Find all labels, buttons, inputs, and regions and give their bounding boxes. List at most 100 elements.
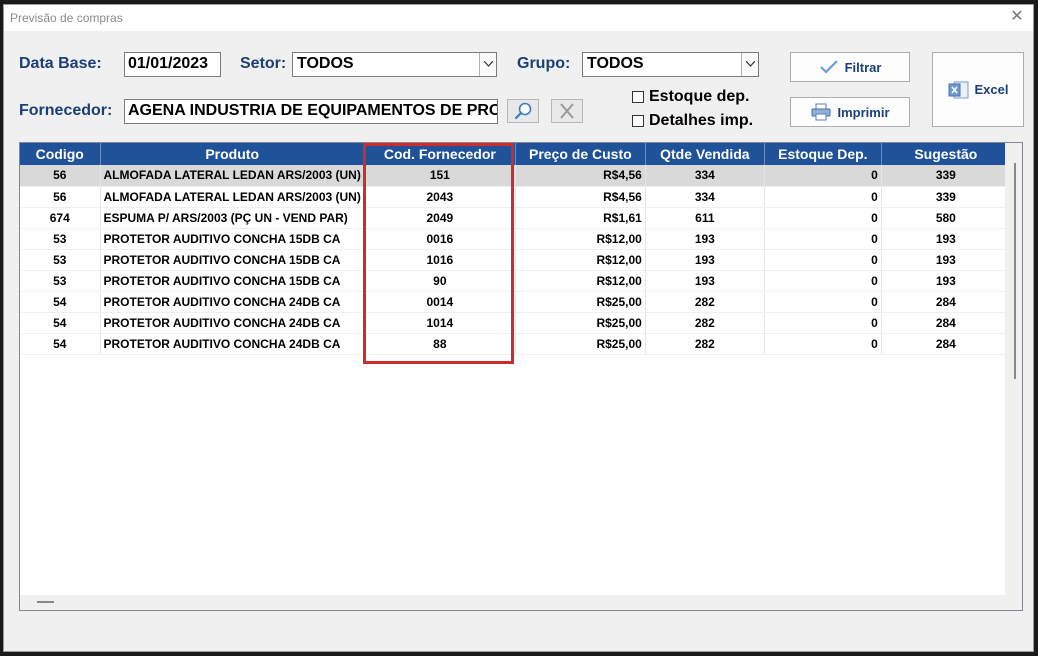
horizontal-scrollbar[interactable]	[20, 595, 1022, 610]
col-sugestao-cell: 193	[881, 228, 1011, 250]
table-row[interactable]: 53 PROTETOR AUDITIVO CONCHA 15DB CA 1016 R$…	[20, 249, 1011, 271]
setor-select[interactable]: TODOS	[292, 52, 497, 77]
setor-value: TODOS	[297, 55, 354, 72]
scrollbar-thumb[interactable]	[37, 601, 54, 603]
data-base-input[interactable]: 01/01/2023	[124, 52, 221, 77]
table-row[interactable]: 53 PROTETOR AUDITIVO CONCHA 15DB CA 0016 R$…	[20, 228, 1011, 250]
col-produto-cell: PROTETOR AUDITIVO CONCHA 15DB CA	[100, 228, 365, 250]
estoque-dep-label: Estoque dep.	[649, 88, 750, 105]
grupo-label: Grupo:	[517, 55, 571, 72]
col-estoque-dep-cell: 0	[764, 249, 882, 271]
filtrar-button[interactable]: Filtrar	[790, 52, 910, 82]
table-row[interactable]: 54 PROTETOR AUDITIVO CONCHA 24DB CA 88 R$25…	[20, 333, 1011, 355]
imprimir-label: Imprimir	[837, 104, 890, 120]
col-codigo-cell: 674	[20, 207, 101, 229]
col-produto-cell: PROTETOR AUDITIVO CONCHA 24DB CA	[100, 333, 365, 355]
checkbox-box[interactable]	[632, 115, 644, 127]
col-estoque-dep-cell: 0	[764, 333, 882, 355]
search-icon	[514, 102, 532, 120]
printer-icon	[811, 103, 831, 121]
col-codigo-header[interactable]: Codigo	[20, 143, 101, 165]
col-produto-header[interactable]: Produto	[100, 143, 365, 165]
search-button[interactable]	[507, 99, 539, 123]
col-sugestao-cell: 339	[881, 186, 1011, 208]
col-produto-cell: ESPUMA P/ ARS/2003 (PÇ UN - VEND PAR)	[100, 207, 365, 229]
col-estoque-dep-cell: 0	[764, 207, 882, 229]
col-produto-cell: ALMOFADA LATERAL LEDAN ARS/2003 (UN)	[100, 186, 365, 208]
col-estoque-dep-cell: 0	[764, 312, 882, 334]
previsao-compras-window: Previsão de compras ✕ Data Base: 01/01/2…	[3, 4, 1034, 652]
table-row[interactable]: 56 ALMOFADA LATERAL LEDAN ARS/2003 (UN) 20…	[20, 186, 1011, 208]
detalhes-imp-checkbox[interactable]: Detalhes imp.	[632, 112, 753, 130]
col-codigo-cell: 53	[20, 270, 101, 292]
col-codigo-cell: 54	[20, 312, 101, 334]
scrollbar-thumb[interactable]	[1014, 163, 1016, 379]
excel-button[interactable]: Excel	[932, 52, 1024, 127]
col-estoque-dep-cell: 0	[764, 291, 882, 313]
results-table: Codigo Produto Cod. Fornecedor Preço de Cus…	[20, 143, 1011, 355]
fornecedor-label: Fornecedor:	[19, 102, 113, 119]
table-row[interactable]: 54 PROTETOR AUDITIVO CONCHA 24DB CA 1014 R$…	[20, 312, 1011, 334]
col-qtde-vendida-cell: 334	[645, 165, 765, 187]
col-preco-custo-header[interactable]: Preço de Custo	[515, 143, 646, 165]
col-sugestao-cell: 284	[881, 333, 1011, 355]
col-produto-cell: PROTETOR AUDITIVO CONCHA 24DB CA	[100, 291, 365, 313]
table-body: 56 ALMOFADA LATERAL LEDAN ARS/2003 (UN) 15…	[20, 165, 1011, 355]
col-preco-custo-cell: R$25,00	[515, 291, 646, 313]
table-header-row: Codigo Produto Cod. Fornecedor Preço de Cus…	[20, 143, 1011, 165]
estoque-dep-checkbox[interactable]: Estoque dep.	[632, 88, 749, 106]
col-preco-custo-cell: R$4,56	[515, 186, 646, 208]
col-estoque-dep-cell: 0	[764, 228, 882, 250]
data-base-label: Data Base:	[19, 55, 102, 72]
grupo-value: TODOS	[587, 55, 644, 72]
col-estoque-dep-header[interactable]: Estoque Dep.	[764, 143, 882, 165]
col-preco-custo-cell: R$12,00	[515, 249, 646, 271]
col-produto-cell: PROTETOR AUDITIVO CONCHA 15DB CA	[100, 249, 365, 271]
col-preco-custo-cell: R$12,00	[515, 228, 646, 250]
table-row[interactable]: 56 ALMOFADA LATERAL LEDAN ARS/2003 (UN) 15…	[20, 165, 1011, 187]
col-codigo-cell: 56	[20, 165, 101, 187]
checkbox-box[interactable]	[632, 91, 644, 103]
col-qtde-vendida-cell: 282	[645, 333, 765, 355]
fornecedor-input[interactable]: AGENA INDUSTRIA DE EQUIPAMENTOS DE PROTE…	[124, 99, 498, 124]
col-qtde-vendida-cell: 193	[645, 228, 765, 250]
highlight-box	[363, 143, 514, 364]
col-qtde-vendida-cell: 193	[645, 249, 765, 271]
col-qtde-vendida-cell: 282	[645, 312, 765, 334]
col-qtde-vendida-cell: 611	[645, 207, 765, 229]
col-sugestao-header[interactable]: Sugestão	[881, 143, 1011, 165]
col-preco-custo-cell: R$12,00	[515, 270, 646, 292]
col-qtde-vendida-header[interactable]: Qtde Vendida	[645, 143, 765, 165]
col-produto-cell: PROTETOR AUDITIVO CONCHA 24DB CA	[100, 312, 365, 334]
col-sugestao-cell: 284	[881, 291, 1011, 313]
col-sugestao-cell: 193	[881, 270, 1011, 292]
vertical-scrollbar[interactable]	[1005, 143, 1022, 610]
col-sugestao-cell: 339	[881, 165, 1011, 187]
col-sugestao-cell: 193	[881, 249, 1011, 271]
checkmark-icon	[819, 60, 838, 74]
col-sugestao-cell: 580	[881, 207, 1011, 229]
col-preco-custo-cell: R$25,00	[515, 312, 646, 334]
col-produto-cell: PROTETOR AUDITIVO CONCHA 15DB CA	[100, 270, 365, 292]
col-produto-cell: ALMOFADA LATERAL LEDAN ARS/2003 (UN)	[100, 165, 365, 187]
close-icon[interactable]: ✕	[1007, 7, 1027, 27]
table-row[interactable]: 53 PROTETOR AUDITIVO CONCHA 15DB CA 90 R$12…	[20, 270, 1011, 292]
window-title: Previsão de compras	[10, 11, 123, 25]
col-preco-custo-cell: R$25,00	[515, 333, 646, 355]
filtrar-label: Filtrar	[844, 59, 882, 75]
clear-button[interactable]	[551, 99, 583, 123]
table-row[interactable]: 674 ESPUMA P/ ARS/2003 (PÇ UN - VEND PAR)…	[20, 207, 1011, 229]
clear-icon	[560, 103, 574, 119]
col-qtde-vendida-cell: 282	[645, 291, 765, 313]
excel-icon	[948, 81, 968, 98]
results-grid[interactable]: Codigo Produto Cod. Fornecedor Preço de Cus…	[19, 142, 1023, 611]
table-row[interactable]: 54 PROTETOR AUDITIVO CONCHA 24DB CA 0014 R$…	[20, 291, 1011, 313]
col-sugestao-cell: 284	[881, 312, 1011, 334]
col-codigo-cell: 53	[20, 228, 101, 250]
col-codigo-cell: 54	[20, 291, 101, 313]
chevron-down-icon[interactable]	[479, 53, 496, 76]
chevron-down-icon[interactable]	[741, 53, 758, 76]
setor-label: Setor:	[240, 55, 287, 72]
imprimir-button[interactable]: Imprimir	[790, 97, 910, 127]
grupo-select[interactable]: TODOS	[582, 52, 759, 77]
